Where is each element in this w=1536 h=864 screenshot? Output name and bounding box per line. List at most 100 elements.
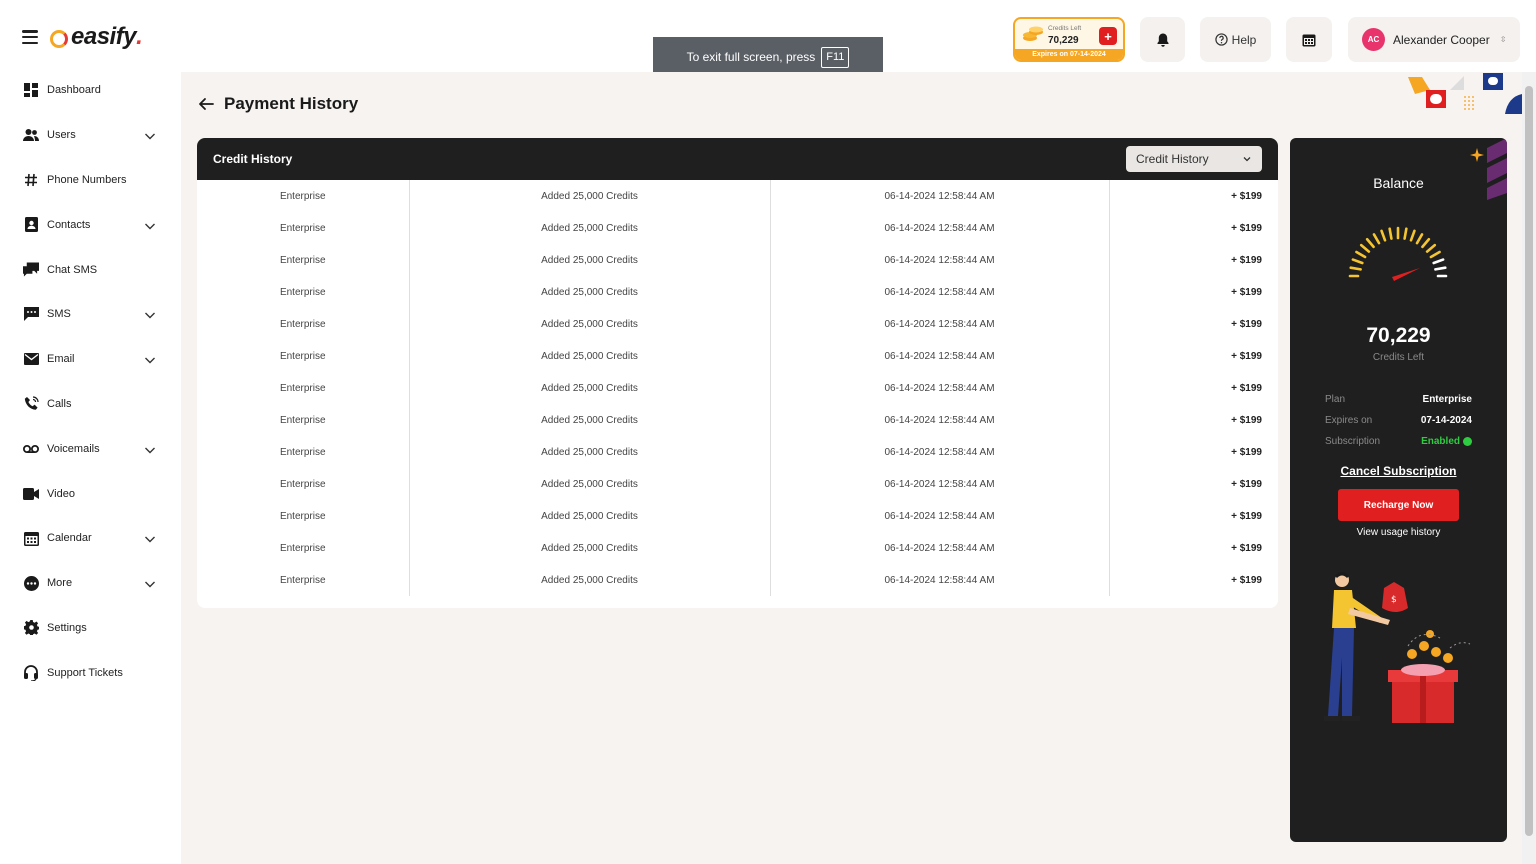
history-type-value: Credit History	[1136, 152, 1209, 166]
chevron-down-icon[interactable]	[144, 353, 156, 365]
amount-cell: + $199	[1231, 254, 1262, 266]
date-cell: 06-14-2024 12:58:44 AM	[770, 276, 1110, 308]
gauge-tick	[1359, 243, 1371, 253]
history-type-select[interactable]: Credit History	[1126, 146, 1262, 172]
sidebar-item-phone-numbers[interactable]: Phone Numbers	[0, 158, 181, 203]
table-row: Enterprise Added 25,000 Credits 06-14-2024…	[197, 372, 1278, 404]
subscription-value: Enabled	[1421, 436, 1460, 447]
sidebar-item-calendar[interactable]: Calendar	[0, 516, 181, 561]
video-icon	[23, 486, 39, 502]
date-cell: 06-14-2024 12:58:44 AM	[770, 308, 1110, 340]
sparkle-icon	[1470, 148, 1484, 162]
page-scrollbar[interactable]	[1522, 72, 1536, 864]
credits-gauge	[1348, 226, 1448, 281]
scrollbar-thumb[interactable]	[1525, 86, 1533, 836]
description-cell: Added 25,000 Credits	[409, 436, 771, 468]
user-menu-button[interactable]: AC Alexander Cooper ⇳	[1348, 17, 1520, 62]
gauge-needle	[1392, 268, 1420, 281]
amount-cell: + $199	[1231, 414, 1262, 426]
table-row: Enterprise Added 25,000 Credits 06-14-2024…	[197, 244, 1278, 276]
balance-credits-sub: Credits Left	[1372, 352, 1425, 363]
menu-toggle-icon[interactable]	[22, 30, 38, 44]
sidebar-item-label: Dashboard	[47, 84, 101, 97]
chevron-down-icon[interactable]	[144, 532, 156, 544]
recharge-now-button[interactable]: Recharge Now	[1338, 489, 1459, 521]
sidebar-item-video[interactable]: Video	[0, 471, 181, 516]
chevron-down-icon[interactable]	[144, 577, 156, 589]
amount-cell: + $199	[1231, 286, 1262, 298]
amount-cell: + $199	[1231, 574, 1262, 586]
sidebar-item-dashboard[interactable]: Dashboard	[0, 68, 181, 113]
chevron-down-icon	[1243, 157, 1251, 162]
chevron-down-icon[interactable]	[144, 219, 156, 231]
phone-icon	[23, 396, 39, 412]
sidebar-item-label: SMS	[47, 308, 71, 321]
credit-history-card: Credit History Credit History Enterprise…	[197, 138, 1278, 608]
plan-cell: Enterprise	[197, 340, 410, 372]
date-cell: 06-14-2024 12:58:44 AM	[770, 340, 1110, 372]
sidebar-item-users[interactable]: Users	[0, 113, 181, 158]
avatar: AC	[1362, 28, 1385, 51]
sidebar-item-more[interactable]: More	[0, 561, 181, 606]
contacts-icon	[23, 217, 39, 233]
credits-left-value: 70,229	[1048, 35, 1079, 46]
calendar-icon	[23, 530, 39, 546]
help-circle-icon	[1214, 33, 1228, 46]
sidebar-item-calls[interactable]: Calls	[0, 382, 181, 427]
gauge-tick	[1425, 243, 1437, 253]
plan-cell: Enterprise	[197, 532, 410, 564]
bell-icon	[1157, 33, 1168, 47]
chevron-down-icon[interactable]	[144, 129, 156, 141]
sidebar-item-label: Calls	[47, 397, 72, 410]
sidebar-item-chat-sms[interactable]: Chat SMS	[0, 247, 181, 292]
calendar-icon	[1302, 34, 1316, 46]
view-usage-history-link[interactable]: View usage history	[1290, 527, 1507, 538]
cancel-subscription-link[interactable]: Cancel Subscription	[1290, 464, 1507, 478]
page-header: Payment History	[198, 94, 358, 114]
sidebar-item-email[interactable]: Email	[0, 337, 181, 382]
plan-cell: Enterprise	[197, 212, 410, 244]
table-row: Enterprise Added 25,000 Credits 06-14-2024…	[197, 404, 1278, 436]
plan-cell: Enterprise	[197, 404, 410, 436]
user-name: Alexander Cooper	[1393, 32, 1490, 47]
easify-logo[interactable]: easify.	[50, 23, 143, 51]
sidebar-item-label: Support Tickets	[47, 666, 123, 679]
subscription-row: Subscription Enabled	[1325, 436, 1472, 447]
chevron-down-icon[interactable]	[144, 443, 156, 455]
description-cell: Added 25,000 Credits	[409, 340, 771, 372]
sidebar-item-contacts[interactable]: Contacts	[0, 202, 181, 247]
amount-cell: + $199	[1231, 190, 1262, 202]
sidebar-item-sms[interactable]: SMS	[0, 292, 181, 337]
balance-card: Balance 70,229 Credits Left Plan Enterpr…	[1290, 138, 1507, 842]
sidebar-nav: Dashboard Users Phone Numbers Contacts Chat …	[0, 68, 181, 695]
updown-chevron-icon: ⇳	[1499, 35, 1507, 44]
plan-cell: Enterprise	[197, 500, 410, 532]
calendar-button[interactable]	[1286, 17, 1332, 62]
sidebar-item-settings[interactable]: Settings	[0, 606, 181, 651]
gauge-tick	[1349, 266, 1362, 271]
plan-cell: Enterprise	[197, 308, 410, 340]
add-credits-button[interactable]: +	[1099, 27, 1117, 45]
sidebar-item-support-tickets[interactable]: Support Tickets	[0, 650, 181, 695]
amount-cell: + $199	[1231, 478, 1262, 490]
expires-label: Expires on	[1325, 415, 1373, 426]
help-button[interactable]: Help	[1200, 17, 1271, 62]
notifications-button[interactable]	[1140, 17, 1185, 62]
gauge-tick	[1409, 229, 1416, 242]
credits-left-chip[interactable]: Credits Left 70,229 + Expires on 07-14-2…	[1013, 17, 1125, 62]
sidebar-item-voicemails[interactable]: Voicemails	[0, 426, 181, 471]
chevron-down-icon[interactable]	[144, 308, 156, 320]
amount-cell: + $199	[1231, 222, 1262, 234]
sidebar: easify. Dashboard Users Phone Numbers Conta…	[0, 0, 181, 864]
date-cell: 06-14-2024 12:58:44 AM	[770, 372, 1110, 404]
gauge-tick	[1388, 227, 1393, 240]
credit-history-header: Credit History Credit History	[197, 138, 1278, 180]
amount-cell: + $199	[1231, 382, 1262, 394]
date-cell: 06-14-2024 12:58:44 AM	[770, 500, 1110, 532]
back-arrow-icon[interactable]	[198, 96, 214, 112]
page-title: Payment History	[224, 94, 359, 113]
date-cell: 06-14-2024 12:58:44 AM	[770, 244, 1110, 276]
fullscreen-toast: To exit full screen, press F11	[653, 37, 883, 77]
sidebar-item-label: Phone Numbers	[47, 173, 127, 186]
sidebar-item-label: Settings	[47, 621, 87, 634]
